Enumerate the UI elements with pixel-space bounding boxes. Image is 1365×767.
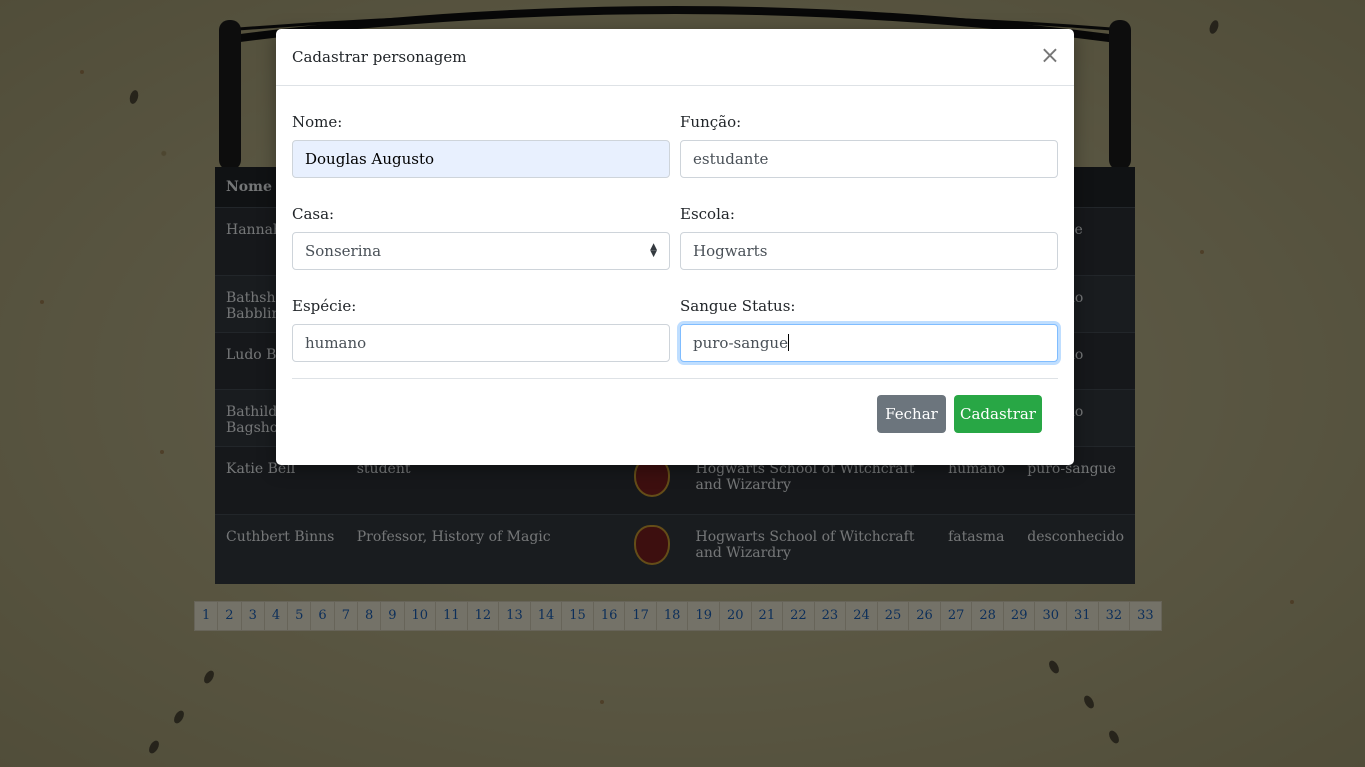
funcao-field-group: Função: estudante bbox=[680, 113, 1058, 178]
modal-footer-divider bbox=[292, 378, 1058, 379]
casa-label: Casa: bbox=[292, 205, 335, 223]
nome-input[interactable]: Douglas Augusto bbox=[292, 140, 670, 178]
modal-header: Cadastrar personagem × bbox=[276, 29, 1074, 86]
sangue-status-input[interactable]: puro-sangue bbox=[680, 324, 1058, 362]
sangue-field-group: Sangue Status: puro-sangue bbox=[680, 297, 1058, 362]
escola-label: Escola: bbox=[680, 205, 735, 223]
especie-input[interactable]: humano bbox=[292, 324, 670, 362]
fechar-button[interactable]: Fechar bbox=[877, 395, 946, 433]
escola-field-group: Escola: Hogwarts bbox=[680, 205, 1058, 270]
nome-label: Nome: bbox=[292, 113, 343, 131]
nome-field-group: Nome: Douglas Augusto bbox=[292, 113, 670, 178]
select-arrows-icon: ▲ ▼ bbox=[650, 242, 657, 259]
sangue-label: Sangue Status: bbox=[680, 297, 796, 315]
funcao-input[interactable]: estudante bbox=[680, 140, 1058, 178]
text-caret bbox=[787, 334, 789, 351]
cadastrar-button[interactable]: Cadastrar bbox=[954, 395, 1042, 433]
casa-field-group: Casa: Sonserina ▲ ▼ bbox=[292, 205, 670, 270]
escola-input[interactable]: Hogwarts bbox=[680, 232, 1058, 270]
especie-field-group: Espécie: humano bbox=[292, 297, 670, 362]
funcao-label: Função: bbox=[680, 113, 742, 131]
modal-title: Cadastrar personagem bbox=[292, 48, 467, 66]
casa-select[interactable]: Sonserina ▲ ▼ bbox=[292, 232, 670, 270]
especie-label: Espécie: bbox=[292, 297, 357, 315]
close-icon[interactable]: × bbox=[1040, 43, 1060, 67]
register-character-modal: Cadastrar personagem × Nome: Douglas Aug… bbox=[276, 29, 1074, 465]
